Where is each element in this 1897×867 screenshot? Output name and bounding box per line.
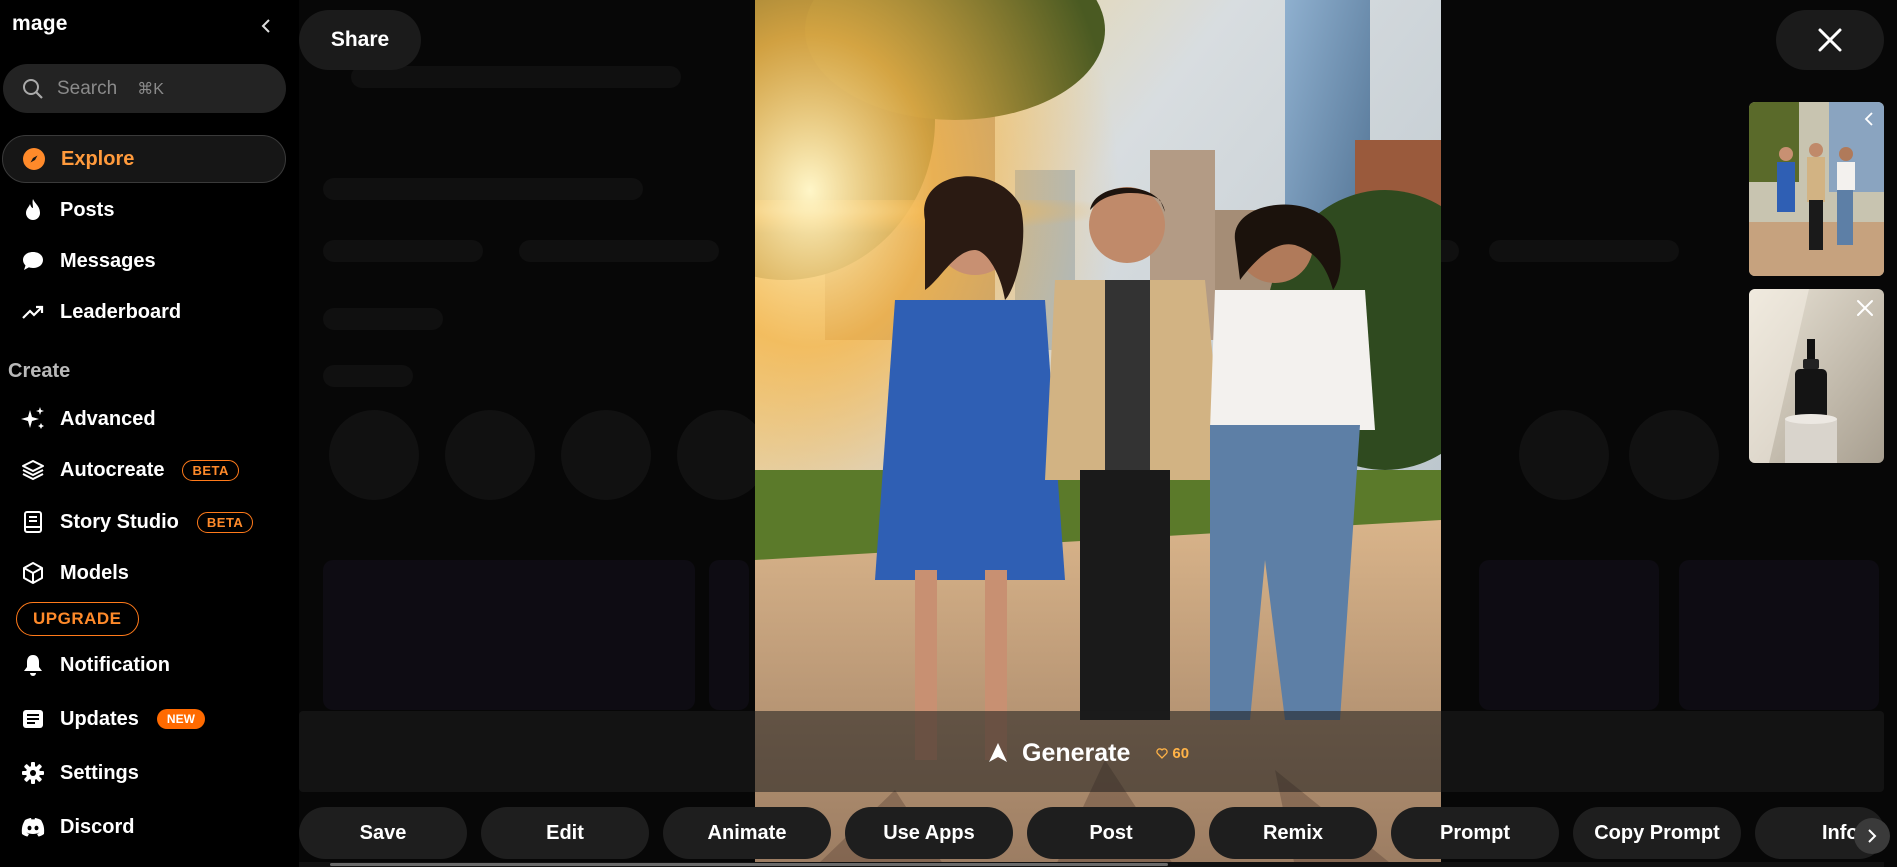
sidebar-item-posts[interactable]: Posts [2,186,286,234]
collapse-sidebar-button[interactable] [256,14,276,38]
scroll-actions-right-button[interactable] [1854,818,1890,854]
generate-cost: 60 [1156,745,1189,762]
ghost-text [323,365,413,387]
sidebar-item-explore[interactable]: Explore [2,135,286,183]
save-button[interactable]: Save [299,807,467,859]
chevron-right-icon [1868,829,1877,843]
sidebar-item-label: Explore [61,147,135,170]
sidebar-item-messages[interactable]: Messages [2,237,286,285]
trending-up-icon [20,299,46,325]
upgrade-button[interactable]: UPGRADE [16,602,139,636]
sidebar-item-label: Advanced [60,407,156,430]
layers-icon [20,457,46,483]
sidebar-item-label: Notification [60,653,170,676]
discord-icon [20,814,46,840]
use-apps-button[interactable]: Use Apps [845,807,1013,859]
sidebar-item-label: Updates [60,707,139,730]
close-viewer-button[interactable] [1776,10,1884,70]
horizontal-scrollbar-thumb[interactable] [330,863,1168,866]
search-placeholder: Search [57,77,118,99]
ghost-chip [323,240,483,262]
compass-icon [21,146,47,172]
sidebar-item-label: Settings [60,761,139,784]
animate-button[interactable]: Animate [663,807,831,859]
sidebar-item-models[interactable]: Models [2,549,286,597]
edit-button[interactable]: Edit [481,807,649,859]
new-badge: NEW [156,709,205,729]
sparkles-icon [20,406,46,432]
sidebar-item-settings[interactable]: Settings [2,749,286,797]
cube-icon [20,560,46,586]
sidebar-item-label: Posts [60,198,115,221]
thumbnail-prev-button[interactable] [1858,108,1880,130]
thumbnail-current[interactable] [1749,102,1884,276]
heart-icon [1156,747,1169,759]
section-title-create: Create [8,360,71,382]
ghost-text [351,66,681,88]
book-icon [20,509,46,535]
sidebar-item-label: Story Studio [60,510,179,533]
copy-prompt-button[interactable]: Copy Prompt [1573,807,1741,859]
ghost-avatar [329,410,419,500]
ghost-avatar [445,410,535,500]
ghost-avatar [561,410,651,500]
sidebar-item-label: Discord [60,815,135,838]
generate-button[interactable]: Generate 60 [988,733,1189,773]
navigation-arrow-icon [989,743,1007,762]
sidebar-item-label: Messages [60,249,156,272]
sidebar: mage Search ⌘K Explore Posts Messages Le… [0,0,290,867]
thumbnail-serum-bottle[interactable] [1749,289,1884,463]
sidebar-item-label: Leaderboard [60,300,182,323]
sidebar-item-discord[interactable]: Discord [2,803,286,851]
search-shortcut: ⌘K [137,80,164,98]
beta-badge: BETA [182,459,239,481]
ghost-text [323,178,643,200]
sidebar-item-updates[interactable]: Updates NEW [2,695,286,743]
ghost-chip [1489,240,1679,262]
sidebar-item-notification[interactable]: Notification [2,641,286,689]
chat-bubble-icon [20,248,46,274]
newspaper-icon [20,706,46,732]
action-bar: Save Edit Animate Use Apps Post Remix Pr… [299,807,1885,859]
ghost-avatar [1629,410,1719,500]
remove-thumbnail-button[interactable] [1854,297,1876,319]
sidebar-item-autocreate[interactable]: Autocreate BETA [2,446,286,494]
close-icon [1818,28,1842,52]
share-button[interactable]: Share [299,10,421,70]
ghost-card [1679,560,1879,710]
ghost-card [1479,560,1659,710]
chevron-left-icon [1864,112,1873,126]
chevron-left-icon [261,19,270,33]
ghost-chip [519,240,719,262]
remix-button[interactable]: Remix [1209,807,1377,859]
bell-icon [20,652,46,678]
sidebar-item-label: Autocreate [60,458,165,481]
sidebar-item-leaderboard[interactable]: Leaderboard [2,288,286,336]
post-button[interactable]: Post [1027,807,1195,859]
ghost-avatar [677,410,767,500]
sidebar-item-advanced[interactable]: Advanced [2,395,286,443]
ghost-avatar [1519,410,1609,500]
flame-icon [20,197,46,223]
close-icon [1857,300,1873,316]
search-input[interactable]: Search ⌘K [3,64,286,113]
sidebar-item-label: Models [60,561,129,584]
beta-badge: BETA [196,511,254,533]
ghost-card [709,560,749,710]
ghost-text [323,308,443,330]
prompt-button[interactable]: Prompt [1391,807,1559,859]
generate-cost-value: 60 [1172,744,1190,762]
gear-icon [20,760,46,786]
sidebar-item-story-studio[interactable]: Story Studio BETA [2,498,286,546]
generate-label: Generate [1022,738,1131,767]
brand-logo[interactable]: mage [12,12,68,36]
search-icon [23,78,43,99]
ghost-card [323,560,695,710]
